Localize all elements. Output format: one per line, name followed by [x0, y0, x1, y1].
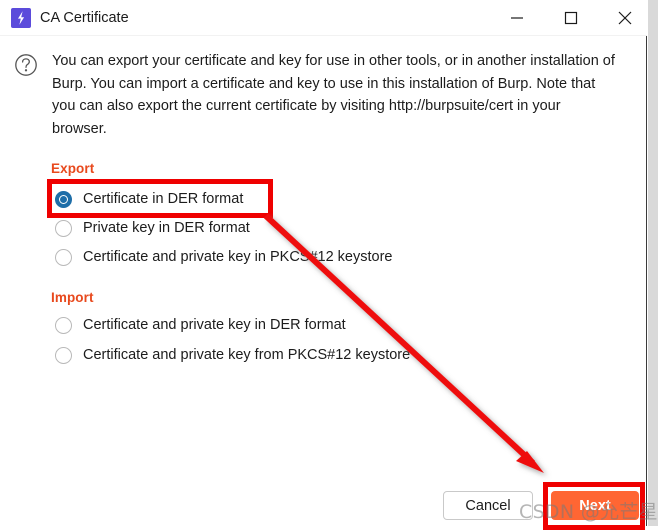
title-bar: CA Certificate	[0, 0, 647, 36]
close-icon[interactable]	[602, 0, 648, 36]
radio-icon[interactable]	[55, 346, 72, 364]
minimize-icon[interactable]	[494, 0, 540, 36]
burp-lightning-icon	[11, 8, 31, 28]
radio-icon-selected[interactable]	[55, 190, 72, 208]
radio-option-label: Certificate and private key in DER forma…	[83, 317, 346, 333]
radio-option-label: Certificate and private key from PKCS#12…	[83, 347, 411, 363]
radio-option-certificate-der[interactable]: Certificate in DER format	[55, 187, 243, 211]
window-outer-gap	[648, 0, 658, 526]
section-heading-import: Import	[51, 290, 94, 305]
question-mark-icon	[14, 53, 38, 77]
radio-option-import-cert-key-der[interactable]: Certificate and private key in DER forma…	[55, 313, 346, 337]
dialog-description: You can export your certificate and key …	[52, 53, 615, 137]
radio-option-import-cert-key-pkcs12[interactable]: Certificate and private key from PKCS#12…	[55, 343, 410, 367]
cancel-button[interactable]: Cancel	[443, 491, 533, 520]
section-heading-export: Export	[51, 161, 95, 176]
next-button[interactable]: Next	[551, 491, 639, 520]
radio-icon[interactable]	[55, 219, 72, 237]
radio-icon[interactable]	[55, 316, 72, 334]
radio-option-private-key-der[interactable]: Private key in DER format	[55, 216, 250, 240]
window-title: CA Certificate	[40, 10, 129, 26]
maximize-icon[interactable]	[548, 0, 594, 36]
radio-icon[interactable]	[55, 248, 72, 266]
radio-option-cert-and-key-pkcs12[interactable]: Certificate and private key in PKCS#12 k…	[55, 245, 392, 269]
radio-option-label: Certificate in DER format	[83, 191, 244, 207]
ca-certificate-dialog-window: CA Certificate You can export your certi…	[0, 0, 647, 526]
radio-option-label: Certificate and private key in PKCS#12 k…	[83, 249, 393, 265]
radio-option-label: Private key in DER format	[83, 220, 250, 236]
